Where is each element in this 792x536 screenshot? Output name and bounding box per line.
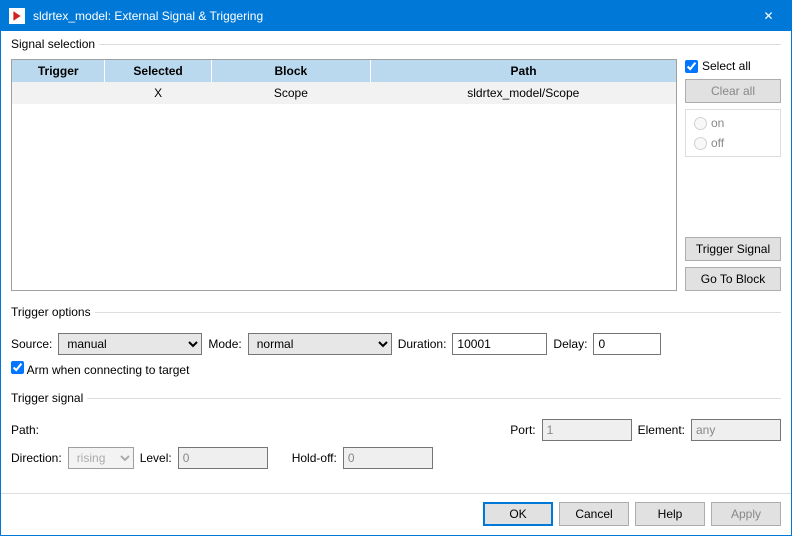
col-path[interactable]: Path — [371, 60, 676, 82]
col-selected[interactable]: Selected — [105, 60, 211, 82]
on-off-group: on off — [685, 109, 781, 157]
duration-label: Duration: — [398, 337, 447, 351]
trigger-options-group: Trigger options Source: manual Mode: nor… — [11, 305, 781, 387]
cancel-button[interactable]: Cancel — [559, 502, 629, 526]
trigger-options-legend: Trigger options — [11, 305, 95, 319]
signal-side-panel: Select all Clear all on off Trigger Sign… — [685, 59, 781, 291]
radio-on-input — [694, 117, 707, 130]
cell-block: Scope — [211, 82, 370, 104]
close-icon[interactable]: ✕ — [746, 1, 791, 31]
select-all-label: Select all — [702, 59, 751, 73]
mode-select[interactable]: normal — [248, 333, 392, 355]
trigger-signal-legend: Trigger signal — [11, 391, 87, 405]
ok-button[interactable]: OK — [483, 502, 553, 526]
trigger-signal-button[interactable]: Trigger Signal — [685, 237, 781, 261]
duration-input[interactable] — [452, 333, 547, 355]
element-label: Element: — [638, 423, 685, 437]
select-all-checkbox[interactable]: Select all — [685, 59, 781, 73]
direction-label: Direction: — [11, 451, 62, 465]
signal-selection-group: Signal selection Trigger Selected Block … — [11, 37, 781, 301]
apply-button[interactable]: Apply — [711, 502, 781, 526]
level-input — [178, 447, 268, 469]
clear-all-button[interactable]: Clear all — [685, 79, 781, 103]
signal-table[interactable]: Trigger Selected Block Path X Scope sldr… — [11, 59, 677, 291]
col-block[interactable]: Block — [211, 60, 370, 82]
delay-input[interactable] — [593, 333, 661, 355]
element-input — [691, 419, 781, 441]
content-area: Signal selection Trigger Selected Block … — [1, 31, 791, 489]
level-label: Level: — [140, 451, 172, 465]
holdoff-input — [343, 447, 433, 469]
source-select[interactable]: manual — [58, 333, 202, 355]
radio-off[interactable]: off — [694, 136, 772, 150]
go-to-block-button[interactable]: Go To Block — [685, 267, 781, 291]
signal-selection-legend: Signal selection — [11, 37, 99, 51]
delay-label: Delay: — [553, 337, 587, 351]
cell-trigger — [12, 82, 105, 104]
port-input — [542, 419, 632, 441]
arm-checkbox[interactable]: Arm when connecting to target — [11, 361, 189, 377]
select-all-input[interactable] — [685, 60, 698, 73]
radio-on[interactable]: on — [694, 116, 772, 130]
arm-input[interactable] — [11, 361, 24, 374]
cell-selected: X — [105, 82, 211, 104]
holdoff-label: Hold-off: — [292, 451, 337, 465]
direction-select: rising — [68, 447, 134, 469]
radio-off-input — [694, 137, 707, 150]
window-title: sldrtex_model: External Signal & Trigger… — [33, 9, 746, 23]
help-button[interactable]: Help — [635, 502, 705, 526]
dialog-footer: OK Cancel Help Apply — [1, 494, 791, 528]
title-bar: sldrtex_model: External Signal & Trigger… — [1, 1, 791, 31]
port-label: Port: — [510, 423, 535, 437]
trigger-signal-group: Trigger signal Path: Port: Element: Dire… — [11, 391, 781, 479]
arm-label: Arm when connecting to target — [27, 363, 190, 377]
table-row[interactable]: X Scope sldrtex_model/Scope — [12, 82, 676, 104]
mode-label: Mode: — [208, 337, 241, 351]
path-label: Path: — [11, 423, 55, 437]
app-icon — [9, 8, 25, 24]
cell-path: sldrtex_model/Scope — [371, 82, 676, 104]
source-label: Source: — [11, 337, 52, 351]
col-trigger[interactable]: Trigger — [12, 60, 105, 82]
